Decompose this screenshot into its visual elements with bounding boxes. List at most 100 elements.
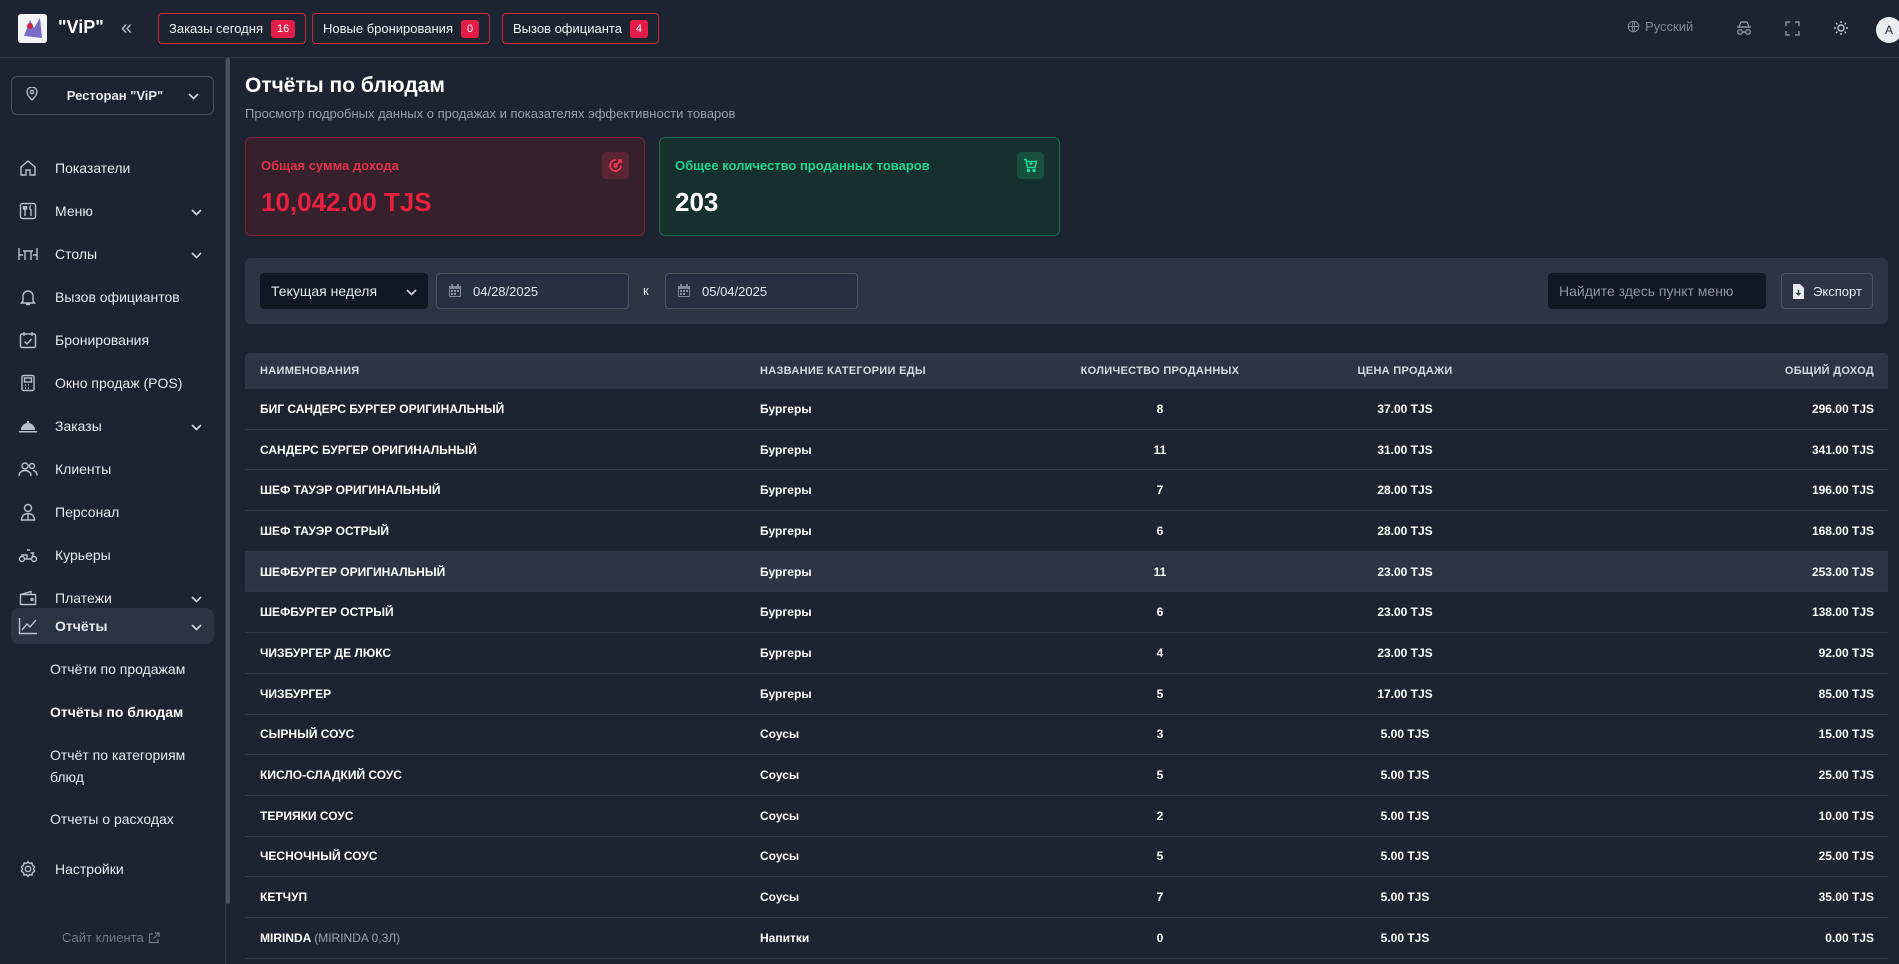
menu-item-search-input[interactable] — [1548, 273, 1766, 309]
cell-price-text: 28.00 TJS — [1377, 523, 1433, 538]
table-row[interactable]: КЕТЧУП Соусы 7 5.00 TJS 35.00 TJS — [245, 877, 1888, 918]
cell-total: 253.00 TJS — [1550, 565, 1888, 579]
sidebar-item-orders[interactable]: Заказы — [11, 408, 214, 444]
period-value: Текущая неделя — [271, 283, 378, 299]
table-row[interactable]: ШЕФ ТАУЭР ОРИГИНАЛЬНЫЙ Бургеры 7 28.00 TJS 1… — [245, 470, 1888, 512]
incognito-icon[interactable] — [1734, 18, 1754, 38]
pos-terminal-icon — [17, 372, 39, 394]
table-row[interactable]: СЫРНЫЙ СОУС Соусы 3 5.00 TJS 15.00 TJS — [245, 715, 1888, 756]
cell-quantity-text: 6 — [1156, 605, 1164, 620]
staff-icon — [17, 501, 39, 523]
sidebar-item-tables[interactable]: Столы — [11, 236, 214, 272]
table-row[interactable]: ШЕФ ТАУЭР ОСТРЫЙ Бургеры 6 28.00 TJS 168.00 … — [245, 511, 1888, 552]
table-row[interactable]: БИГ САНДЕРС БУРГЕР ОРИГИНАЛЬНЫЙ Бургеры 8 3… — [245, 389, 1888, 430]
sidebar-subitem-category-reports[interactable]: Отчёт по категориям блюд — [50, 744, 210, 788]
orders-today-chip[interactable]: Заказы сегодня 16 — [158, 13, 307, 44]
sidebar-item-bookings[interactable]: Бронирования — [11, 322, 214, 358]
table-row[interactable]: ЧИЗБУРГЕР Бургеры 5 17.00 TJS 85.00 TJS — [245, 674, 1888, 715]
file-export-icon — [1793, 283, 1805, 299]
restaurant-name: Ресторан "ViP" — [66, 88, 164, 103]
sidebar-subitem-expense-reports[interactable]: Отчеты о расходах — [50, 808, 210, 830]
cell-total: 92.00 TJS — [1550, 646, 1888, 660]
table-row[interactable]: ТЕРИЯКИ СОУС Соусы 2 5.00 TJS 10.00 TJS — [245, 796, 1888, 837]
cell-quantity: 8 — [1060, 402, 1260, 416]
sidebar-scrollbar[interactable] — [226, 58, 230, 904]
sidebar-subitem-dish-reports[interactable]: Отчёты по блюдам — [50, 701, 210, 723]
language-switcher[interactable]: Русский — [1627, 19, 1693, 34]
calendar-check-icon — [17, 329, 39, 351]
home-icon — [17, 157, 39, 179]
cell-category: Соусы — [760, 849, 1060, 863]
chevron-down-icon — [191, 618, 202, 634]
column-header-total[interactable]: ОБЩИЙ ДОХОД — [1550, 365, 1888, 377]
period-select[interactable]: Текущая неделя — [260, 273, 428, 309]
sidebar-item-clients[interactable]: Клиенты — [11, 451, 214, 487]
table-row[interactable]: САНДЕРС БУРГЕР ОРИГИНАЛЬНЫЙ Бургеры 11 31.0… — [245, 430, 1888, 471]
cell-category-text: Соусы — [760, 727, 800, 742]
cell-category-text: Напитки — [760, 930, 810, 945]
cell-total-text: 196.00 TJS — [1811, 483, 1874, 498]
sidebar-item-staff[interactable]: Персонал — [11, 494, 214, 530]
collapse-sidebar-icon[interactable]: « — [121, 16, 132, 40]
cell-quantity-text: 5 — [1156, 686, 1164, 701]
export-button[interactable]: Экспорт — [1781, 273, 1873, 309]
column-header-category[interactable]: НАЗВАНИЕ КАТЕГОРИИ ЕДЫ — [760, 365, 1060, 377]
sidebar-item-label: Клиенты — [55, 461, 112, 477]
sidebar-item-settings[interactable]: Настройки — [11, 851, 214, 887]
table-icon — [17, 243, 39, 265]
brand-logo[interactable] — [18, 14, 47, 43]
waiter-call-chip[interactable]: Вызов официанта 4 — [502, 13, 660, 44]
table-row[interactable]: ЧИЗБУРГЕР ДЕ ЛЮКС Бургеры 4 23.00 TJS 92.00 … — [245, 633, 1888, 674]
cell-total: 25.00 TJS — [1550, 768, 1888, 782]
column-header-name[interactable]: НАИМЕНОВАНИЯ — [245, 365, 760, 377]
cell-quantity-text: 2 — [1156, 808, 1164, 823]
cell-quantity: 5 — [1060, 768, 1260, 782]
client-site-label: Сайт клиента — [62, 930, 144, 945]
cell-price-text: 28.00 TJS — [1377, 483, 1433, 498]
dish-report-table: НАИМЕНОВАНИЯ НАЗВАНИЕ КАТЕГОРИИ ЕДЫ КОЛИ… — [245, 353, 1888, 959]
sidebar-item-waiter-calls[interactable]: Вызов официантов — [11, 279, 214, 315]
cell-category-text: Бургеры — [760, 483, 812, 498]
scooter-icon — [17, 544, 39, 566]
sidebar-item-label: Окно продаж (POS) — [55, 375, 183, 391]
cell-category-text: Соусы — [760, 849, 800, 864]
client-site-link[interactable]: Сайт клиента — [62, 930, 160, 945]
fullscreen-icon[interactable] — [1782, 18, 1802, 38]
cell-name: СЫРНЫЙ СОУС — [245, 727, 760, 741]
user-avatar[interactable]: A — [1876, 17, 1899, 43]
sidebar-item-dashboard[interactable]: Показатели — [11, 150, 214, 186]
new-bookings-chip[interactable]: Новые бронирования 0 — [312, 13, 491, 44]
revenue-icon — [602, 152, 629, 179]
sidebar-subitem-sales-reports[interactable]: Отчёти по продажам — [50, 658, 210, 680]
table-body: БИГ САНДЕРС БУРГЕР ОРИГИНАЛЬНЫЙ Бургеры 8 3… — [245, 389, 1888, 959]
table-row[interactable]: ШЕФБУРГЕР ОРИГИНАЛЬНЫЙ Бургеры 11 23.00 TJS… — [245, 551, 1888, 593]
cell-quantity-text: 11 — [1153, 442, 1167, 457]
cell-price: 23.00 TJS — [1260, 605, 1550, 619]
sidebar-item-couriers[interactable]: Курьеры — [11, 537, 214, 573]
card-value: 10,042.00 TJS — [261, 187, 432, 217]
sidebar-item-menu[interactable]: Меню — [11, 193, 214, 229]
sidebar-item-label: Вызов официантов — [55, 289, 180, 305]
cell-total-text: 25.00 TJS — [1818, 768, 1874, 783]
cell-price: 5.00 TJS — [1260, 809, 1550, 823]
top-bar: "ViP" « Заказы сегодня 16 Новые брониров… — [0, 0, 1899, 58]
cell-quantity: 7 — [1060, 483, 1260, 497]
sidebar-item-reports[interactable]: Отчёты — [11, 608, 214, 644]
column-header-price[interactable]: ЦЕНА ПРОДАЖИ — [1260, 365, 1550, 377]
restaurant-selector[interactable]: Ресторан "ViP" — [11, 76, 214, 115]
sidebar-item-pos[interactable]: Окно продаж (POS) — [11, 365, 214, 401]
table-row[interactable]: ШЕФБУРГЕР ОСТРЫЙ Бургеры 6 23.00 TJS 138.00 … — [245, 592, 1888, 634]
cell-name-text: КЕТЧУП — [260, 890, 308, 905]
date-from-field[interactable]: 04/28/2025 — [436, 273, 629, 309]
date-to-field[interactable]: 05/04/2025 — [665, 273, 858, 309]
column-header-quantity[interactable]: КОЛИЧЕСТВО ПРОДАННЫХ — [1060, 365, 1260, 377]
table-row[interactable]: MIRINDA (MIRINDA 0,3Л) Напитки 0 5.00 TJS 0.… — [245, 918, 1888, 959]
cell-category: Бургеры — [760, 443, 1060, 457]
date-from-value: 04/28/2025 — [473, 283, 539, 299]
cell-category: Бургеры — [760, 402, 1060, 416]
cell-name: ШЕФБУРГЕР ОСТРЫЙ — [245, 605, 760, 619]
table-row[interactable]: КИСЛО-СЛАДКИЙ СОУС Соусы 5 5.00 TJS 25.00 TJ… — [245, 755, 1888, 796]
cell-category: Соусы — [760, 890, 1060, 904]
table-row[interactable]: ЧЕСНОЧНЫЙ СОУС Соусы 5 5.00 TJS 25.00 TJS — [245, 837, 1888, 878]
theme-toggle-icon[interactable] — [1831, 18, 1851, 38]
